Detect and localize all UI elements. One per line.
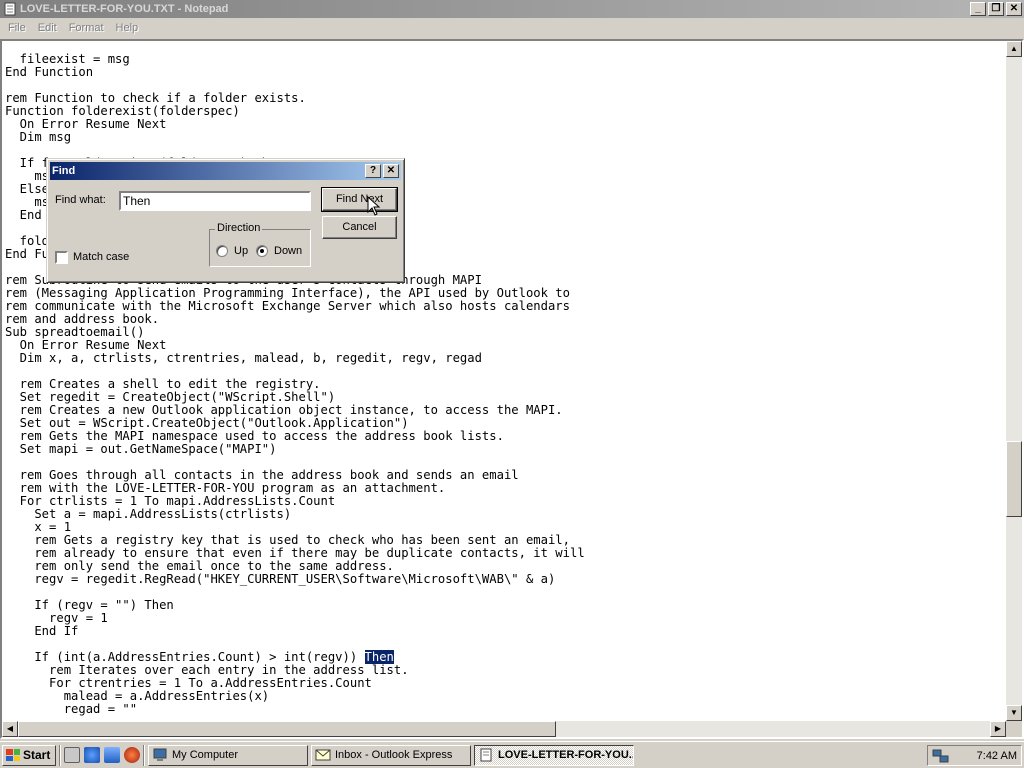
start-label: Start [23,748,51,762]
clock[interactable]: 7:42 AM [977,750,1017,762]
find-what-input[interactable]: Then [119,191,311,211]
direction-down-radio[interactable] [256,245,268,257]
task-label: My Computer [172,749,239,761]
find-dialog-title-bar[interactable]: Find ? ✕ [50,162,401,180]
find-dialog-title: Find [52,165,76,177]
horizontal-scroll-thumb[interactable] [18,721,556,737]
menu-bar: File Edit Format Help [0,18,1024,38]
notepad-icon [480,748,492,762]
scroll-down-arrow-icon[interactable]: ▼ [1006,705,1022,721]
scroll-left-arrow-icon[interactable]: ◀ [2,721,18,737]
notepad-icon [4,2,16,16]
find-what-label: Find what: [55,194,106,206]
network-icon[interactable] [932,748,950,764]
editor-text-before: fileexist = msg End Function rem Functio… [5,52,585,664]
internet-explorer-icon[interactable] [84,747,100,763]
match-case-label: Match case [73,251,130,263]
find-next-button[interactable]: Find Next [321,187,398,212]
windows-logo-icon [6,749,20,761]
task-my-computer[interactable]: My Computer [148,744,308,766]
horizontal-scrollbar[interactable]: ◀ ▶ [2,721,1006,737]
window-title-bar[interactable]: LOVE-LETTER-FOR-YOU.TXT - Notepad _ ❐ ✕ [0,0,1024,18]
outlook-express-icon[interactable] [104,747,120,763]
task-label: LOVE-LETTER-FOR-YOU... [498,749,634,761]
computer-icon [153,748,167,761]
direction-label: Direction [215,222,263,234]
scroll-right-arrow-icon[interactable]: ▶ [990,721,1006,737]
editor-text-after: rem Iterates over each entry in the addr… [49,663,409,716]
media-player-icon[interactable] [124,747,140,763]
vertical-scrollbar[interactable]: ▲ ▼ [1006,41,1022,721]
menu-help[interactable]: Help [110,22,145,34]
taskbar: Start My Computer Inbox - Outlook Expres… [0,741,1024,768]
menu-edit[interactable]: Edit [32,22,63,34]
taskbar-separator [143,744,145,766]
vertical-scroll-thumb[interactable] [1006,441,1022,517]
system-tray: 7:42 AM [927,745,1022,766]
match-case-checkbox[interactable] [55,251,68,264]
editor-content[interactable]: fileexist = msg End Function rem Functio… [5,53,585,716]
menu-format[interactable]: Format [63,22,110,34]
menu-file[interactable]: File [2,22,32,34]
task-outlook-inbox[interactable]: Inbox - Outlook Express [311,744,471,766]
show-desktop-icon[interactable] [64,747,80,763]
mouse-pointer-icon [367,196,381,216]
search-highlight: Then [364,650,394,664]
close-button[interactable]: ✕ [1006,2,1022,16]
cancel-button[interactable]: Cancel [322,216,397,239]
task-notepad[interactable]: LOVE-LETTER-FOR-YOU... [474,744,634,766]
start-button[interactable]: Start [2,744,56,766]
scrollbar-corner [1006,721,1022,737]
direction-up-label: Up [234,245,249,257]
direction-up-radio[interactable] [216,245,228,257]
maximize-button[interactable]: ❐ [988,2,1004,16]
text-editor[interactable]: fileexist = msg End Function rem Functio… [0,39,1024,739]
find-close-button[interactable]: ✕ [383,164,399,178]
help-button[interactable]: ? [365,164,381,178]
find-dialog: Find ? ✕ Find what: Then Find Next Cance… [46,158,405,283]
taskbar-separator [59,744,61,766]
task-label: Inbox - Outlook Express [335,749,453,761]
direction-down-label: Down [274,245,303,257]
quick-launch [64,747,140,763]
minimize-button[interactable]: _ [970,2,986,16]
window-title: LOVE-LETTER-FOR-YOU.TXT - Notepad [20,3,229,15]
scroll-up-arrow-icon[interactable]: ▲ [1006,41,1022,57]
outlook-icon [315,749,331,761]
